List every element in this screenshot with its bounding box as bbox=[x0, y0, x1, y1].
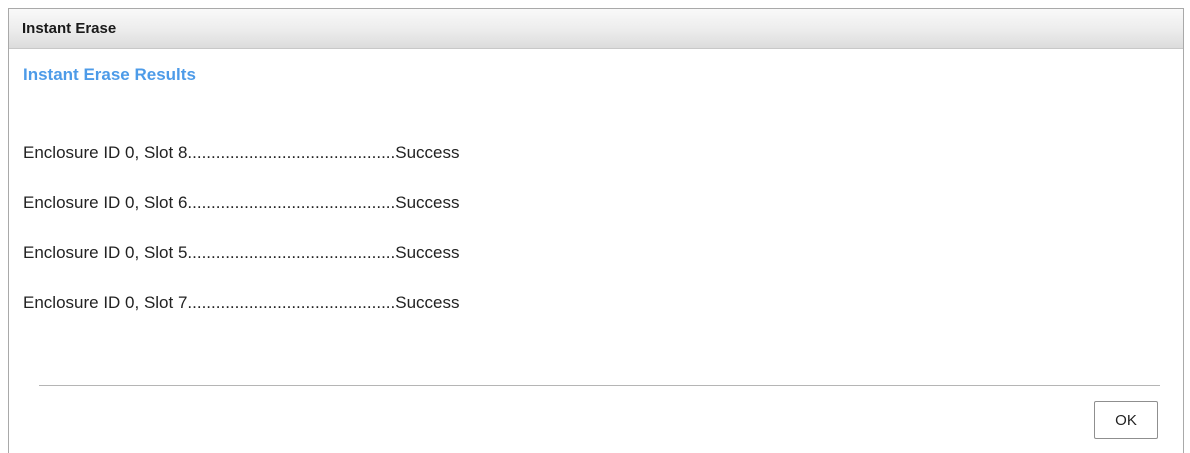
results-list: Enclosure ID 0, Slot 8..................… bbox=[23, 143, 459, 343]
result-row: Enclosure ID 0, Slot 6..................… bbox=[23, 193, 460, 212]
result-row: Enclosure ID 0, Slot 5..................… bbox=[23, 243, 460, 262]
result-row: Enclosure ID 0, Slot 8..................… bbox=[23, 143, 460, 162]
result-row: Enclosure ID 0, Slot 7..................… bbox=[23, 293, 460, 312]
dialog-content: Instant Erase Results Enclosure ID 0, Sl… bbox=[9, 49, 1183, 453]
dialog-title: Instant Erase bbox=[9, 9, 1183, 49]
footer-divider bbox=[39, 385, 1160, 386]
ok-button[interactable]: OK bbox=[1094, 401, 1158, 439]
instant-erase-dialog: Instant Erase Instant Erase Results Encl… bbox=[8, 8, 1184, 453]
results-heading: Instant Erase Results bbox=[23, 65, 196, 84]
